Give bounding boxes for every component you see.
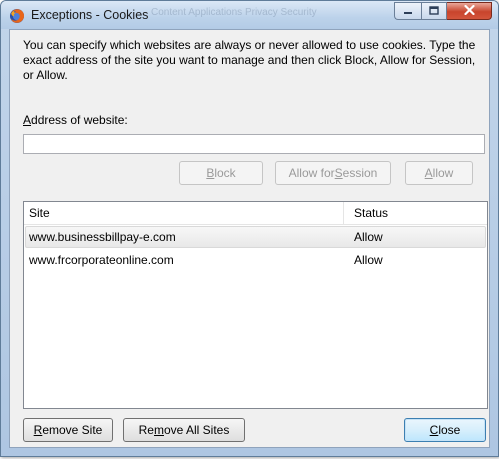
allow-for-session-button-prefix: Allow for (288, 166, 335, 180)
block-button-mnemonic: B (206, 166, 215, 180)
remove-all-sites-button-text: ove All Sites (163, 423, 230, 437)
exceptions-cookies-window: Content Applications Privacy Security Ex… (0, 0, 499, 457)
status-cell: Allow (354, 230, 383, 244)
minimize-icon (403, 2, 413, 20)
address-label: Address of website: (23, 113, 128, 127)
title-bar[interactable]: Content Applications Privacy Security Ex… (1, 1, 498, 29)
allow-for-session-button-text: ession (342, 166, 378, 180)
allow-button-mnemonic: A (424, 166, 433, 180)
remove-site-button[interactable]: Remove Site (23, 418, 113, 442)
background-tabs: Content Applications Privacy Security (151, 7, 317, 18)
block-button[interactable]: Block (179, 161, 263, 185)
close-button-mnemonic: C (429, 423, 439, 437)
close-window-button[interactable] (447, 2, 492, 20)
sites-table[interactable]: Site Status www.businessbillpay-e.com Al… (23, 201, 488, 409)
allow-button-text: llow (432, 166, 454, 180)
close-button[interactable]: Close (404, 418, 486, 442)
address-label-text: ddress of website: (31, 113, 128, 127)
site-cell: www.frcorporateonline.com (29, 253, 174, 267)
allow-for-session-button-mnemonic: S (334, 166, 343, 180)
close-button-text: lose (438, 423, 461, 437)
column-header-site[interactable]: Site (29, 202, 50, 224)
remove-all-sites-button-prefix: Re (138, 423, 154, 437)
status-cell: Allow (354, 253, 383, 267)
address-input[interactable] (23, 134, 485, 154)
allow-for-session-button[interactable]: Allow for Session (275, 161, 391, 185)
intro-text: You can specify which websites are alway… (23, 38, 476, 82)
address-label-mnemonic: A (23, 113, 32, 127)
window-title: Exceptions - Cookies (31, 8, 149, 22)
remove-all-sites-button-mnemonic: m (153, 423, 164, 437)
firefox-icon (9, 8, 25, 24)
block-button-text: lock (214, 166, 236, 180)
remove-site-button-mnemonic: R (33, 423, 43, 437)
dialog-body: You can specify which websites are alway… (9, 29, 490, 448)
minimize-button[interactable] (394, 2, 421, 20)
column-header-status[interactable]: Status (354, 202, 388, 224)
site-cell: www.businessbillpay-e.com (29, 230, 176, 244)
table-header: Site Status (24, 202, 487, 225)
allow-button[interactable]: Allow (405, 161, 473, 185)
maximize-icon (429, 2, 439, 20)
table-row[interactable]: www.frcorporateonline.com Allow (25, 249, 486, 271)
table-row[interactable]: www.businessbillpay-e.com Allow (25, 226, 486, 248)
column-divider[interactable] (343, 202, 344, 224)
close-icon (463, 2, 475, 20)
maximize-button[interactable] (421, 2, 447, 20)
remove-site-button-text: emove Site (42, 423, 103, 437)
remove-all-sites-button[interactable]: Re m ove All Sites (123, 418, 245, 442)
window-controls (394, 2, 492, 21)
